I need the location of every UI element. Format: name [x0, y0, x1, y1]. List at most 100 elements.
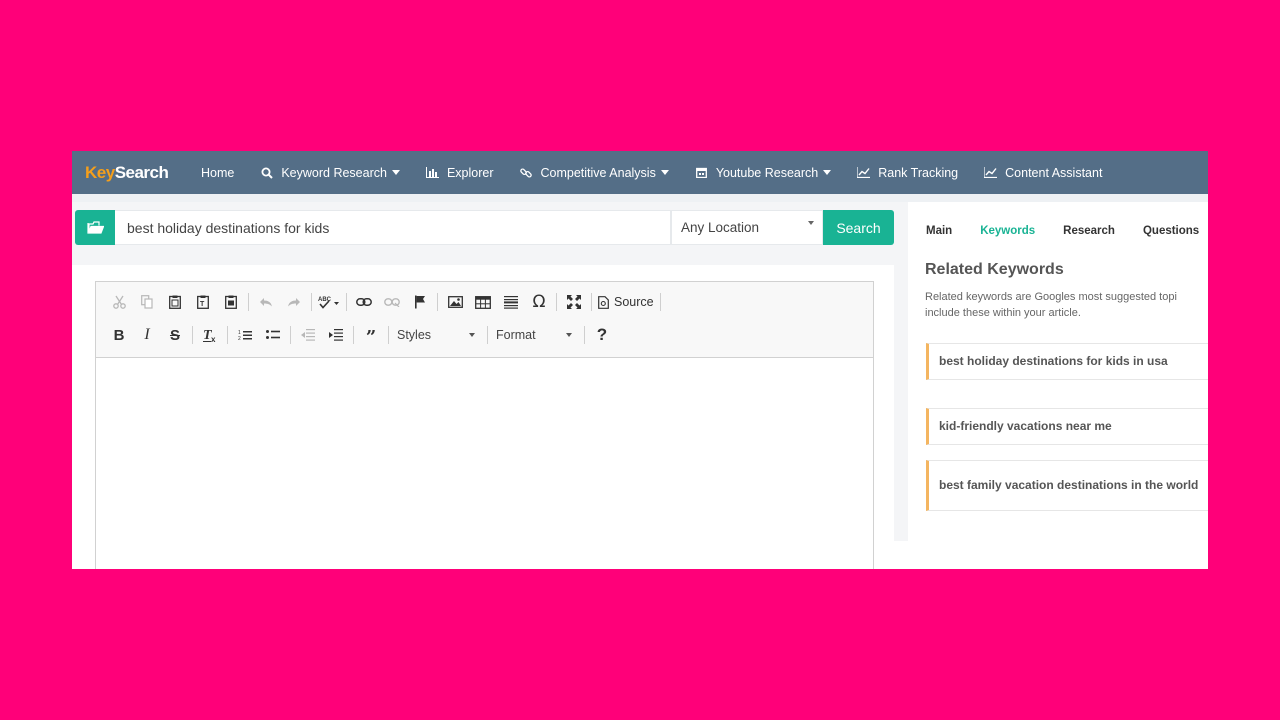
caret-down-icon: [391, 170, 400, 175]
toolbar-separator: [659, 293, 661, 311]
folder-open-icon: [86, 221, 104, 234]
nav-rank-tracking[interactable]: Rank Tracking: [857, 166, 958, 180]
location-select[interactable]: Any Location: [671, 210, 823, 245]
toolbar-separator: [311, 293, 312, 311]
unlink-icon[interactable]: [381, 290, 403, 314]
toolbar-separator: [487, 326, 488, 344]
panel-tabs: Main Keywords Research Questions: [926, 225, 1208, 237]
blockquote-icon[interactable]: ”: [360, 323, 382, 347]
copy-icon[interactable]: [136, 290, 158, 314]
location-select-value: Any Location: [681, 220, 760, 235]
numbered-list-icon[interactable]: 12: [234, 323, 256, 347]
toolbar-separator: [388, 326, 389, 344]
related-keyword-item[interactable]: best holiday destinations for kids in us…: [926, 343, 1208, 380]
dropdown-arrow-icon: [566, 333, 572, 337]
nav-explorer[interactable]: Explorer: [425, 166, 494, 180]
nav-home[interactable]: Home: [201, 166, 234, 180]
toolbar-separator: [290, 326, 291, 344]
keyword-search-input[interactable]: best holiday destinations for kids: [115, 210, 671, 245]
related-keywords-title: Related Keywords: [925, 261, 1064, 278]
link-icon: [520, 166, 533, 179]
related-keyword-item[interactable]: best family vacation destinations in the…: [926, 460, 1208, 511]
strikethrough-icon[interactable]: S: [164, 323, 186, 347]
dropdown-arrow-icon: [469, 333, 475, 337]
table-icon[interactable]: [472, 290, 494, 314]
paste-word-icon[interactable]: [220, 290, 242, 314]
nav-items: Home Keyword Research Explorer Competiti…: [201, 166, 1128, 180]
styles-dropdown[interactable]: Styles: [395, 324, 481, 346]
bulleted-list-icon[interactable]: [262, 323, 284, 347]
logo-key-text: Key: [85, 162, 115, 182]
maximize-icon[interactable]: [563, 290, 585, 314]
editor-container: T ABC Ω Source B I S T x 1 2 ” Styles Fo…: [72, 265, 894, 569]
anchor-flag-icon[interactable]: [409, 290, 431, 314]
svg-text:x: x: [211, 335, 216, 343]
description-line-1: Related keywords are Googles most sugges…: [925, 291, 1177, 303]
keysearch-logo[interactable]: Key Search: [85, 161, 175, 185]
nav-keyword-research[interactable]: Keyword Research: [260, 166, 400, 180]
nav-rank-tracking-label: Rank Tracking: [878, 165, 959, 180]
undo-icon[interactable]: [255, 290, 277, 314]
toolbar-row-1: T ABC Ω Source: [108, 290, 667, 314]
right-panel-bottom: [894, 541, 1208, 569]
italic-icon[interactable]: I: [136, 323, 158, 347]
navbar-underbar: [72, 194, 1208, 202]
remove-format-icon[interactable]: Tx: [199, 323, 221, 347]
special-character-icon[interactable]: Ω: [528, 290, 550, 314]
indent-icon[interactable]: [325, 323, 347, 347]
svg-text:ABC: ABC: [318, 297, 332, 303]
related-keyword-item[interactable]: kid-friendly vacations near me: [926, 408, 1208, 445]
line-chart-icon: [857, 166, 871, 179]
tab-questions[interactable]: Questions: [1143, 225, 1199, 237]
editor-toolbar: T ABC Ω Source B I S T x 1 2 ” Styles Fo…: [96, 282, 873, 358]
toolbar-separator: [248, 293, 249, 311]
outdent-icon[interactable]: [297, 323, 319, 347]
line-chart-icon: [984, 166, 998, 179]
styles-dropdown-label: Styles: [397, 328, 432, 342]
open-folder-button[interactable]: [75, 210, 115, 245]
image-icon[interactable]: [444, 290, 466, 314]
tab-main[interactable]: Main: [926, 225, 952, 237]
calendar-icon: [695, 166, 708, 179]
link-icon[interactable]: [353, 290, 375, 314]
toolbar-separator: [353, 326, 354, 344]
caret-down-icon: [823, 170, 832, 175]
bold-icon[interactable]: B: [108, 323, 130, 347]
svg-text:T: T: [200, 301, 205, 308]
left-pane: best holiday destinations for kids Any L…: [72, 202, 898, 569]
caret-down-icon: [660, 170, 669, 175]
format-dropdown[interactable]: Format: [494, 324, 578, 346]
search-bar: best holiday destinations for kids Any L…: [75, 210, 894, 245]
horizontal-line-icon[interactable]: [500, 290, 522, 314]
nav-youtube-research[interactable]: Youtube Research: [695, 166, 832, 180]
paste-text-icon[interactable]: T: [192, 290, 214, 314]
cut-icon[interactable]: [108, 290, 130, 314]
source-button-label: Source: [614, 295, 654, 309]
nav-content-assistant[interactable]: Content Assistant: [984, 166, 1102, 180]
rich-text-editor: T ABC Ω Source B I S T x 1 2 ” Styles Fo…: [95, 281, 874, 569]
toolbar-separator: [584, 326, 585, 344]
search-icon: [260, 166, 273, 179]
nav-home-label: Home: [201, 165, 235, 180]
spellcheck-icon[interactable]: ABC: [318, 290, 340, 314]
redo-icon[interactable]: [283, 290, 305, 314]
toolbar-separator: [346, 293, 347, 311]
tab-keywords[interactable]: Keywords: [980, 225, 1035, 237]
toolbar-separator: [591, 293, 592, 311]
tab-research[interactable]: Research: [1063, 225, 1115, 237]
select-arrow-icon: [808, 221, 814, 225]
source-button[interactable]: Source: [598, 295, 654, 309]
search-button[interactable]: Search: [823, 210, 894, 245]
nav-competitive-analysis[interactable]: Competitive Analysis: [520, 166, 669, 180]
bar-chart-icon: [425, 166, 439, 179]
toolbar-separator: [556, 293, 557, 311]
logo-search-text: Search: [114, 162, 169, 182]
toolbar-separator: [437, 293, 438, 311]
help-icon[interactable]: ?: [591, 323, 613, 347]
pane-gutter: [894, 202, 908, 569]
editor-content-area[interactable]: [96, 358, 873, 569]
toolbar-separator: [227, 326, 228, 344]
app-window: Key Search Home Keyword Research Explorer: [72, 151, 1208, 569]
description-line-2: include these within your article.: [925, 307, 1081, 319]
paste-icon[interactable]: [164, 290, 186, 314]
